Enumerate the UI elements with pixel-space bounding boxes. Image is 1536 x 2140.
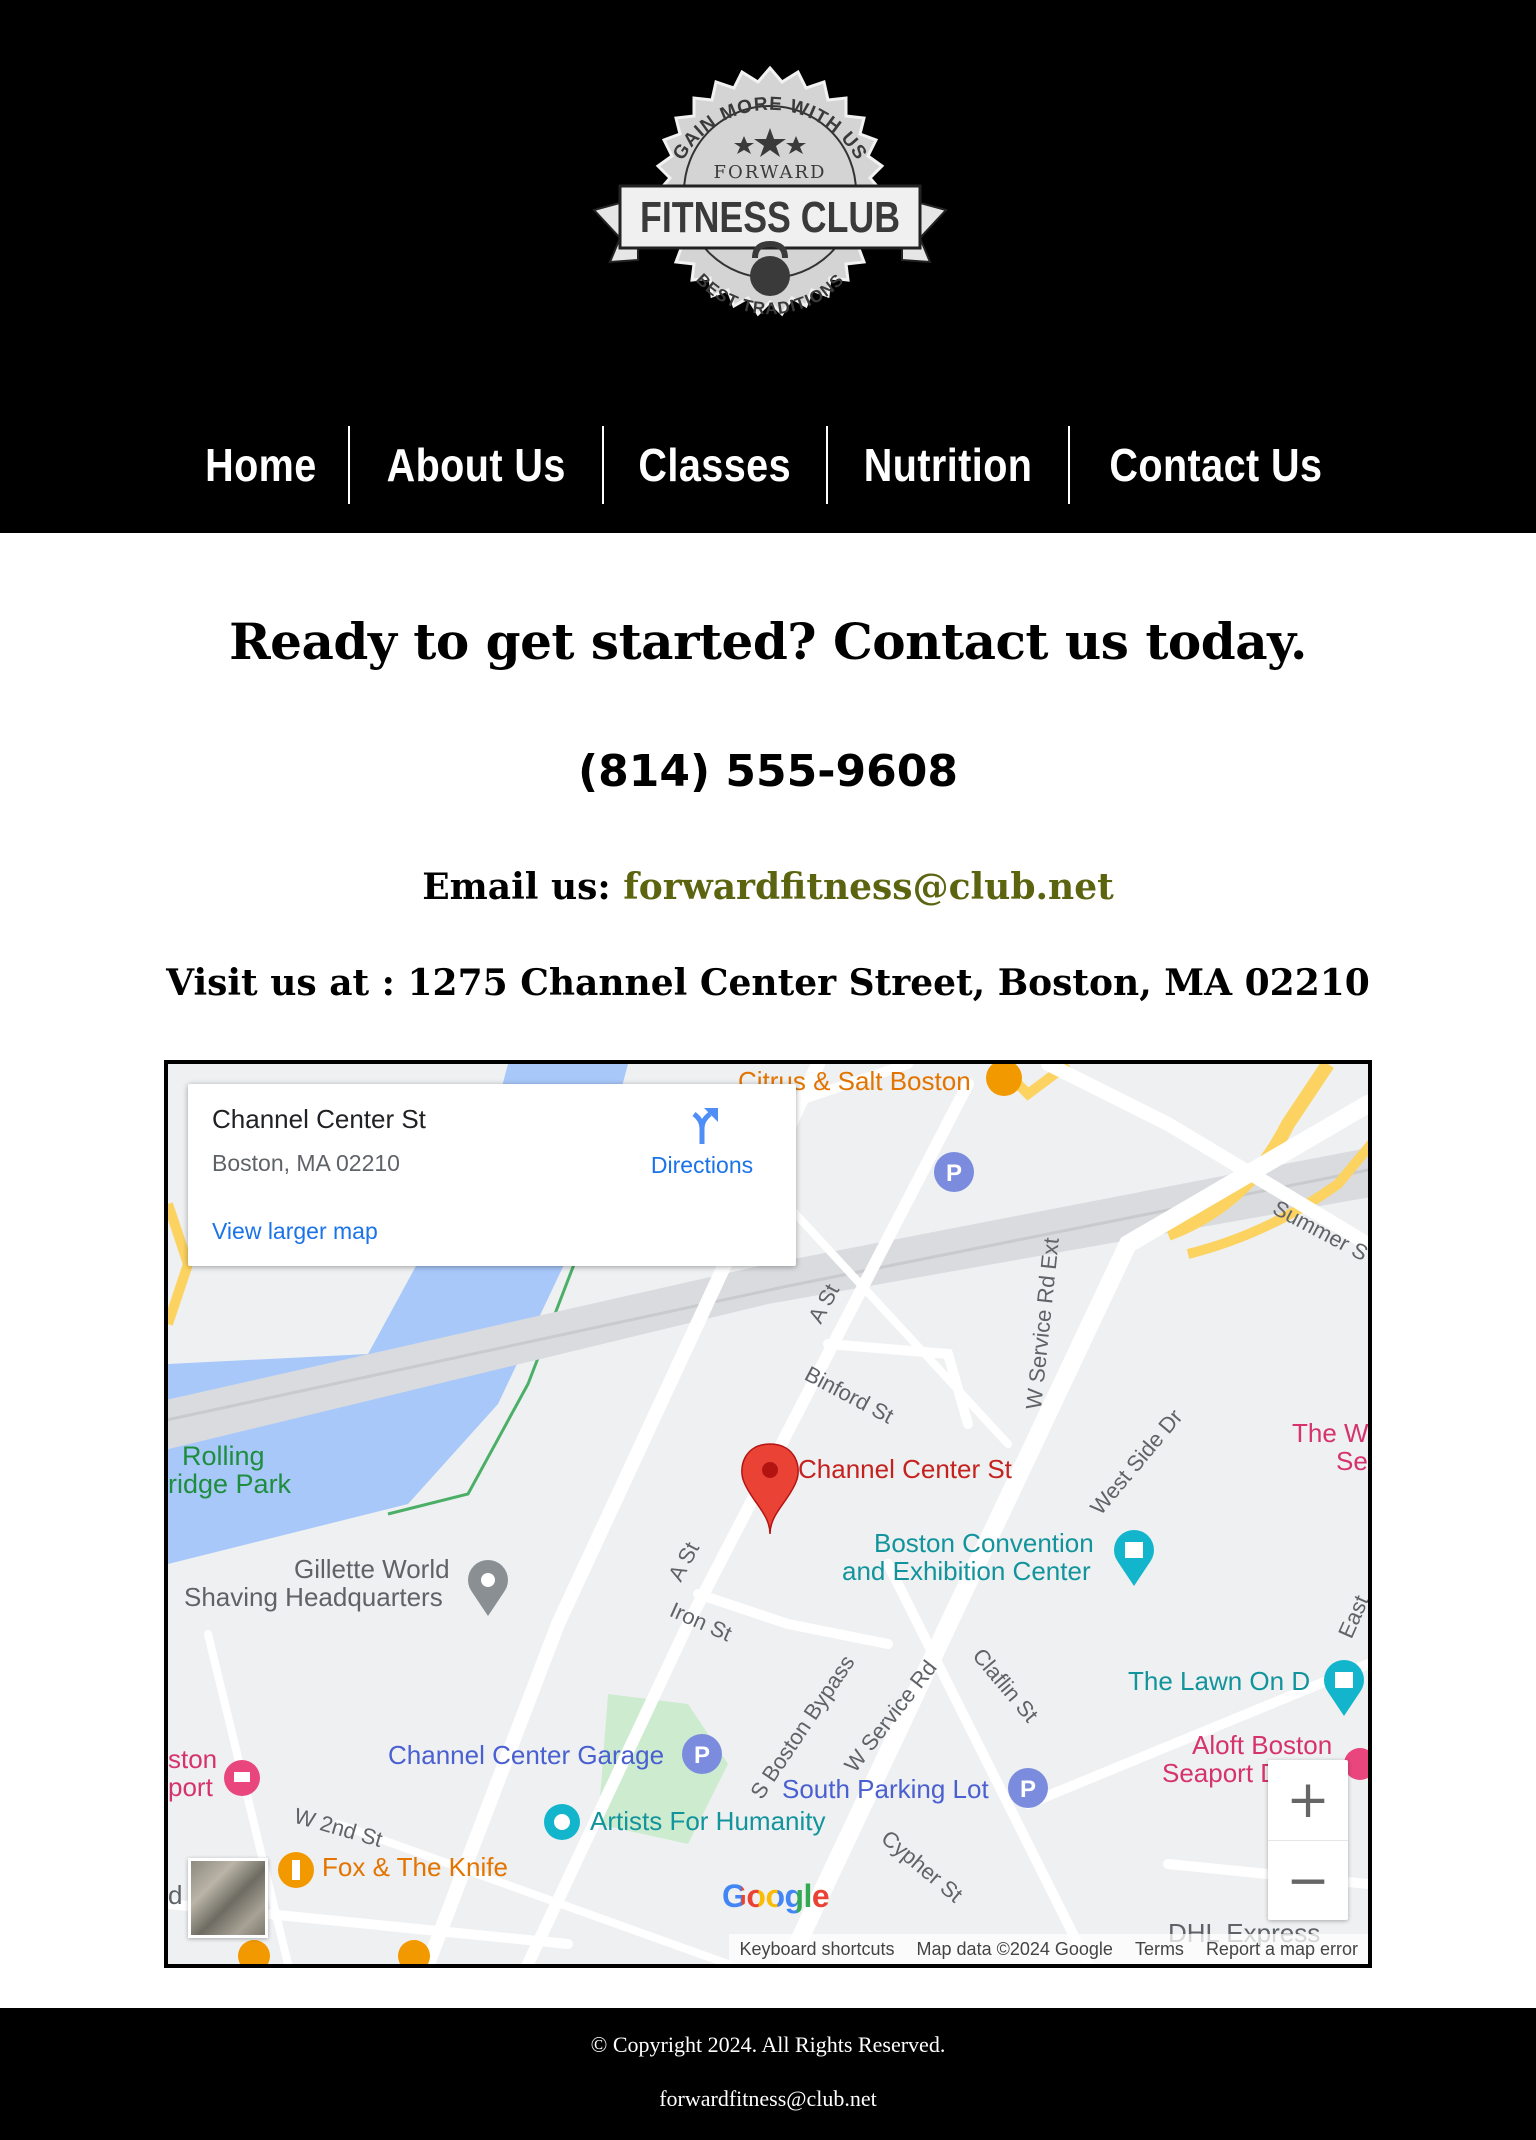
nav-classes[interactable]: Classes bbox=[639, 438, 792, 492]
email-line: Email us: forwardfitness@club.net bbox=[0, 866, 1536, 908]
site-footer: © Copyright 2024. All Rights Reserved. f… bbox=[0, 2008, 1536, 2140]
map-label-ridge-park: ridge Park bbox=[168, 1469, 292, 1499]
terms-link[interactable]: Terms bbox=[1135, 1939, 1184, 1960]
map-label-artists[interactable]: Artists For Humanity bbox=[590, 1807, 826, 1835]
map-label-convention-2[interactable]: and Exhibition Center bbox=[842, 1557, 1091, 1585]
visit-address: Visit us at : 1275 Channel Center Street… bbox=[166, 962, 1370, 1004]
site-header: GAIN MORE WITH US BEST TRADITIONS FORWAR… bbox=[0, 0, 1536, 533]
parking-icon: P bbox=[934, 1152, 974, 1192]
parking-icon: P bbox=[1008, 1768, 1048, 1808]
report-error-link[interactable]: Report a map error bbox=[1206, 1939, 1358, 1960]
google-logo-text: Google bbox=[722, 1878, 830, 1914]
map-label-the-w-2[interactable]: Se bbox=[1336, 1447, 1368, 1475]
map-label-south-lot[interactable]: South Parking Lot bbox=[782, 1775, 989, 1803]
svg-text:P: P bbox=[694, 1742, 710, 1769]
footer-email: forwardfitness@club.net bbox=[659, 2086, 877, 2111]
map-label-lawn[interactable]: The Lawn On D bbox=[1128, 1667, 1310, 1695]
place-address: Boston, MA 02210 bbox=[212, 1150, 400, 1176]
nav-contact-us[interactable]: Contact Us bbox=[1109, 438, 1322, 492]
map-label-pin[interactable]: Channel Center St bbox=[798, 1455, 1012, 1483]
art-pin-icon bbox=[544, 1804, 580, 1840]
map-attribution: Keyboard shortcuts Map data ©2024 Google… bbox=[729, 1934, 1368, 1964]
logo-subtitle: FORWARD bbox=[714, 162, 827, 183]
directions-button[interactable]: Directions bbox=[642, 1106, 762, 1179]
map-label-aloft-2[interactable]: Seaport D bbox=[1162, 1759, 1279, 1787]
nav-divider bbox=[602, 426, 605, 504]
map-label-fox[interactable]: Fox & The Knife bbox=[322, 1853, 508, 1881]
main-nav: Home About Us Classes Nutrition Contact … bbox=[0, 425, 1536, 505]
view-larger-map-link[interactable]: View larger map bbox=[212, 1218, 378, 1245]
satellite-toggle-button[interactable] bbox=[188, 1858, 268, 1938]
embedded-map[interactable]: 90 P P bbox=[164, 1060, 1372, 1968]
directions-icon bbox=[692, 1108, 718, 1144]
map-label-convention-1[interactable]: Boston Convention bbox=[874, 1529, 1094, 1557]
phone-number: (814) 555-9608 bbox=[578, 746, 958, 797]
nav-divider bbox=[1067, 426, 1070, 504]
map-data-credit: Map data ©2024 Google bbox=[916, 1938, 1113, 1959]
nav-divider bbox=[825, 426, 828, 504]
zoom-in-button[interactable]: + bbox=[1268, 1760, 1348, 1840]
place-name: Channel Center St bbox=[212, 1104, 426, 1134]
keyboard-shortcuts-link[interactable]: Keyboard shortcuts bbox=[739, 1939, 894, 1960]
nav-divider bbox=[348, 426, 351, 504]
svg-text:P: P bbox=[946, 1160, 962, 1187]
map-label-the-w-1[interactable]: The W bbox=[1292, 1419, 1368, 1447]
zoom-out-button[interactable]: − bbox=[1268, 1840, 1348, 1920]
parking-icon: P bbox=[682, 1734, 722, 1774]
map-label-gillette-1[interactable]: Gillette World bbox=[294, 1555, 450, 1583]
map-label-ston[interactable]: ston bbox=[168, 1745, 217, 1773]
logo-banner-text: FITNESS CLUB bbox=[640, 193, 900, 242]
map-label-port[interactable]: port bbox=[168, 1773, 213, 1801]
map-info-card: Channel Center St Boston, MA 02210 View … bbox=[188, 1084, 796, 1266]
page-title: Ready to get started? Contact us today. bbox=[229, 612, 1307, 671]
google-logo: Google bbox=[722, 1878, 830, 1915]
map-label-d-edge: d bbox=[168, 1880, 183, 1910]
nav-home[interactable]: Home bbox=[205, 438, 317, 492]
svg-text:P: P bbox=[1020, 1776, 1036, 1803]
map-label-gillette-2[interactable]: Shaving Headquarters bbox=[184, 1583, 443, 1611]
email-prefix: Email us: bbox=[422, 866, 624, 908]
restaurant-icon bbox=[278, 1852, 314, 1888]
hotel-icon bbox=[224, 1760, 260, 1796]
map-label-rolling: Rolling bbox=[182, 1441, 265, 1471]
map-label-garage[interactable]: Channel Center Garage bbox=[388, 1741, 664, 1769]
copyright-text: © Copyright 2024. All Rights Reserved. bbox=[590, 2032, 946, 2057]
directions-label: Directions bbox=[650, 1152, 754, 1178]
zoom-control: + − bbox=[1268, 1760, 1348, 1920]
email-link[interactable]: forwardfitness@club.net bbox=[623, 866, 1114, 908]
nav-about-us[interactable]: About Us bbox=[387, 438, 566, 492]
fitness-club-logo[interactable]: GAIN MORE WITH US BEST TRADITIONS FORWAR… bbox=[580, 62, 960, 362]
map-label-aloft-1[interactable]: Aloft Boston bbox=[1192, 1731, 1332, 1759]
nav-nutrition[interactable]: Nutrition bbox=[864, 438, 1033, 492]
